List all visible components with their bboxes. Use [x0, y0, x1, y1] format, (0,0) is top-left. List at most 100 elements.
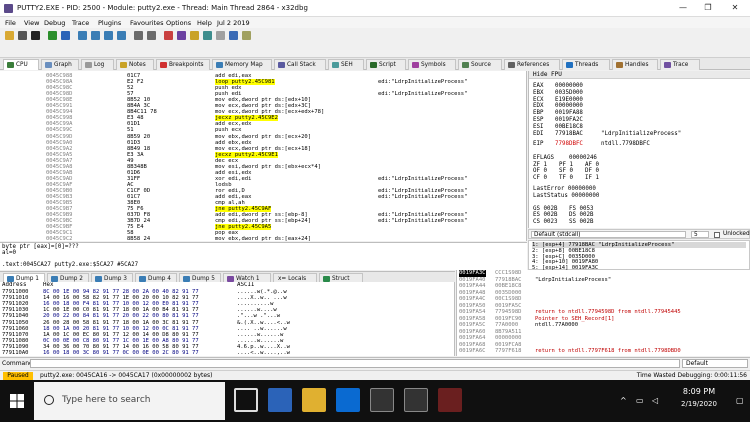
close-button[interactable]: ✕ — [724, 2, 746, 14]
menu-help[interactable]: Help — [197, 19, 212, 27]
notifications-icon[interactable]: ▢ — [736, 396, 744, 405]
menu-view[interactable]: View — [24, 19, 39, 27]
maximize-button[interactable]: ❐ — [697, 2, 719, 14]
reg-value[interactable]: 00000000 — [555, 83, 583, 89]
terminal-icon[interactable] — [370, 388, 394, 412]
patch-icon[interactable] — [164, 31, 173, 40]
putty-icon[interactable] — [404, 388, 428, 412]
menu-favourites[interactable]: Favourites — [130, 19, 163, 27]
reg-eip-name: EIP — [533, 141, 544, 147]
edge-icon[interactable] — [268, 388, 292, 412]
step-into-icon[interactable] — [78, 31, 87, 40]
segment-register[interactable]: DS 002B — [569, 212, 593, 218]
tab-seh[interactable]: SEH — [328, 59, 364, 70]
comments-icon[interactable] — [177, 31, 186, 40]
disasm-row[interactable]: 0045C9C2 8B58 24 mov ebx,dword ptr ds:[eax… — [0, 236, 526, 241]
tab-script[interactable]: Script — [366, 59, 406, 70]
segment-register[interactable]: GS 002B — [533, 206, 557, 212]
open-icon[interactable] — [5, 31, 14, 40]
flag-value[interactable]: PF 1 — [559, 162, 573, 168]
execute-till-return-icon[interactable] — [104, 31, 113, 40]
trace-into-icon[interactable] — [134, 31, 143, 40]
tab-handles[interactable]: Handles — [612, 59, 658, 70]
tab-memory-map[interactable]: Memory Map — [212, 59, 272, 70]
flag-value[interactable]: TF 0 — [559, 175, 573, 181]
flag-value[interactable]: ZF 1 — [533, 162, 547, 168]
tab-references[interactable]: References — [504, 59, 560, 70]
minimize-button[interactable]: — — [672, 2, 694, 14]
tab-log[interactable]: Log — [81, 59, 114, 70]
pause-icon[interactable] — [61, 31, 70, 40]
task-view-icon[interactable] — [234, 388, 258, 412]
tab-notes[interactable]: Notes — [116, 59, 154, 70]
menu-options[interactable]: Options — [166, 19, 191, 27]
reg-eip-value[interactable]: 7798DBFC — [555, 141, 583, 147]
network-icon[interactable]: ▭ — [636, 396, 644, 405]
tab-call-stack[interactable]: Call Stack — [274, 59, 326, 70]
taskbar-search-box[interactable]: Type here to search — [34, 382, 225, 420]
volume-icon[interactable]: ◁ — [652, 396, 658, 405]
reg-value[interactable]: 0019FA2C — [555, 117, 583, 123]
step-over-icon[interactable] — [91, 31, 100, 40]
unlocked-checkbox[interactable] — [714, 232, 720, 238]
flag-value[interactable]: OF 0 — [533, 168, 547, 174]
reg-value[interactable]: 77918BAC — [555, 131, 583, 137]
command-input[interactable] — [30, 359, 680, 368]
trace-over-icon[interactable] — [147, 31, 156, 40]
tab-threads[interactable]: Threads — [562, 59, 610, 70]
tab-breakpoints[interactable]: Breakpoints — [156, 59, 210, 70]
tab-source[interactable]: Source — [458, 59, 502, 70]
functions-icon[interactable] — [216, 31, 225, 40]
arg-count-spinbox[interactable]: 5 — [691, 231, 709, 238]
tab-cpu[interactable]: CPU — [3, 59, 39, 70]
tab-symbols[interactable]: Symbols — [408, 59, 456, 70]
menu-debug[interactable]: Debug — [44, 19, 65, 27]
tab-trace[interactable]: Trace — [660, 59, 700, 70]
hide-fpu-button[interactable]: Hide FPU — [529, 71, 750, 79]
close-debuggee-icon[interactable] — [31, 31, 40, 40]
run-to-user-code-icon[interactable] — [117, 31, 126, 40]
flag-value[interactable]: SF 0 — [559, 168, 573, 174]
view-tabs: CPU Graph Log Notes Breakpoints Memory M… — [0, 58, 750, 70]
segment-register[interactable]: SS 002B — [569, 219, 593, 225]
run-icon[interactable] — [48, 31, 57, 40]
memory-dump[interactable]: Address Hex ASCII 77911000 8C 00 1E 00 94… — [0, 282, 455, 356]
stack-arguments[interactable]: 1: [esp+4] 77918BAC "LdrpInitializeProce… — [528, 240, 750, 271]
bookmarks-icon[interactable] — [203, 31, 212, 40]
menu-file[interactable]: File — [5, 19, 16, 27]
flag-value[interactable]: DF 0 — [585, 168, 599, 174]
info-pane: byte ptr [eax]=[0]=??? al=0 .text:0045CA… — [0, 242, 527, 270]
taskbar-clock[interactable]: 8:09 PM 2/19/2020 — [668, 387, 730, 408]
script-icon[interactable] — [229, 31, 238, 40]
stack-row[interactable]: 0019FA6C 7797F618 return to ntdll.7797F618… — [457, 348, 750, 355]
segment-register[interactable]: FS 0053 — [569, 206, 593, 212]
restart-icon[interactable] — [18, 31, 27, 40]
stack-view[interactable]: 0019FA3C CCC1S98D 0019FA40 77918BAC "LdrpIni… — [456, 270, 750, 356]
file-explorer-icon[interactable] — [302, 388, 326, 412]
calling-convention-select[interactable]: Default (stdcall) — [531, 231, 686, 238]
registers-pane[interactable]: Hide FPU EAX 00000000 EBX 0035D000 ECX E19E00… — [528, 71, 750, 228]
labels-icon[interactable] — [190, 31, 199, 40]
flag-value[interactable]: CF 0 — [533, 175, 547, 181]
reg-value[interactable]: 00BE18C8 — [555, 124, 583, 130]
command-mode-select[interactable]: Default — [682, 359, 748, 368]
flag-value[interactable]: IF 1 — [585, 175, 599, 181]
x32dbg-taskbar-icon[interactable] — [438, 388, 462, 412]
disassembly-view[interactable]: 0045C988 01C7 add edi,eax 0045C98A E2 F2 loop… — [0, 71, 527, 241]
reg-value[interactable]: 0035D000 — [555, 90, 583, 96]
flag-value[interactable]: AF 0 — [585, 162, 599, 168]
reg-value[interactable]: 00000000 — [555, 103, 583, 109]
menu-plugins[interactable]: Plugins — [98, 19, 121, 27]
calculator-icon[interactable] — [242, 31, 251, 40]
segment-register[interactable]: CS 0023 — [533, 219, 557, 225]
windows-start-icon[interactable] — [10, 394, 24, 408]
reg-value[interactable]: E19E0000 — [555, 97, 583, 103]
tab-graph[interactable]: Graph — [41, 59, 79, 70]
store-icon[interactable] — [336, 388, 360, 412]
menu-trace[interactable]: Trace — [72, 19, 89, 27]
reg-value[interactable]: 0019FA88 — [555, 110, 583, 116]
tray-chevron-icon[interactable]: ^ — [620, 396, 627, 405]
dump-row[interactable]: 779110A0 16 00 18 00 3C 80 91 77 0C 00 0E… — [0, 350, 454, 356]
reg-eflags-value[interactable]: 00000246 — [569, 155, 597, 161]
segment-register[interactable]: ES 002B — [533, 212, 557, 218]
